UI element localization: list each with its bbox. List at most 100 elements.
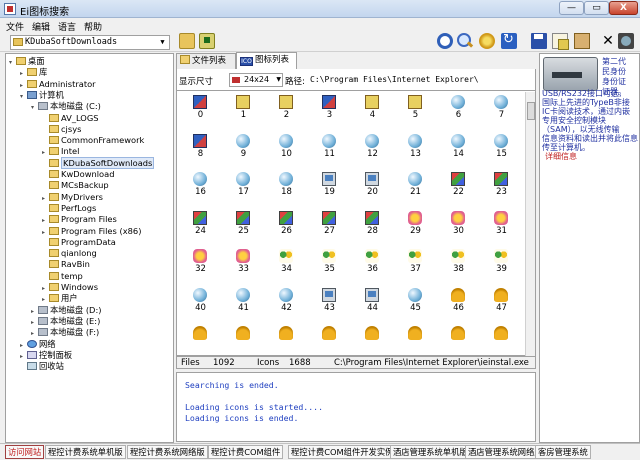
tree-item[interactable]: ▸ MyDrivers: [42, 192, 103, 203]
icon-cell[interactable]: 23: [480, 168, 523, 201]
icon-cell[interactable]: 33: [222, 245, 265, 278]
icon-cell[interactable]: 38: [437, 245, 480, 278]
tree-item[interactable]: 回收站: [20, 361, 64, 372]
icon-cell[interactable]: [437, 322, 480, 355]
tree-item[interactable]: ProgramData: [42, 237, 116, 248]
icon-grid-scrollbar[interactable]: [525, 92, 535, 356]
tree-item[interactable]: RavBin: [42, 259, 90, 270]
tree-item[interactable]: ▸ Administrator: [20, 79, 96, 90]
icon-cell[interactable]: 15: [480, 130, 523, 163]
icon-cell[interactable]: 32: [179, 245, 222, 278]
footer-link[interactable]: 程控计费系统网络版: [127, 445, 208, 459]
icon-cell[interactable]: 18: [265, 168, 308, 201]
tree-item[interactable]: ▸ 控制面板: [20, 350, 72, 361]
icon-cell[interactable]: 26: [265, 207, 308, 240]
icon-cell[interactable]: 19: [308, 168, 351, 201]
folder-tree[interactable]: ▾ 桌面 ▸ 库 ▸ Administrator ▾ 计算机 ▾ 本地磁盘 (C:) AV_LOGS…: [5, 53, 174, 443]
icon-cell[interactable]: 20: [351, 168, 394, 201]
folder-open-icon[interactable]: [179, 33, 195, 49]
paste-icon[interactable]: [574, 33, 590, 49]
icon-cell[interactable]: 5: [394, 91, 437, 124]
footer-link[interactable]: 程控计费COM组件: [208, 445, 284, 459]
footer-link[interactable]: 酒店管理系统单机版: [390, 445, 471, 459]
icon-cell[interactable]: 46: [437, 284, 480, 317]
tree-item[interactable]: ▸ Intel: [42, 146, 79, 157]
close-x-icon[interactable]: ✕: [600, 33, 616, 49]
tree-expander-icon[interactable]: ▾: [20, 91, 27, 102]
icon-cell[interactable]: 3: [308, 91, 351, 124]
icon-cell[interactable]: 4: [351, 91, 394, 124]
save-icon[interactable]: [531, 33, 547, 49]
chevron-down-icon[interactable]: ▼: [156, 36, 169, 49]
icon-cell[interactable]: 12: [351, 130, 394, 163]
icon-cell[interactable]: 22: [437, 168, 480, 201]
footer-link[interactable]: 程控计费COM组件开发实例: [288, 445, 397, 459]
tree-item[interactable]: cjsys: [42, 124, 81, 135]
icon-cell[interactable]: 7: [480, 91, 523, 124]
icon-cell[interactable]: 16: [179, 168, 222, 201]
minimize-button[interactable]: —: [559, 1, 584, 15]
footer-link[interactable]: 客房管理系统: [535, 445, 591, 459]
icon-cell[interactable]: 9: [222, 130, 265, 163]
tree-item[interactable]: ▸ 本地磁盘 (E:): [31, 316, 100, 327]
icon-cell[interactable]: 37: [394, 245, 437, 278]
footer-link[interactable]: 程控计费系统单机版: [45, 445, 126, 459]
tree-item[interactable]: temp: [42, 271, 83, 282]
tree-item[interactable]: ▸ 库: [20, 67, 47, 78]
icon-cell[interactable]: 1: [222, 91, 265, 124]
icon-cell[interactable]: [480, 322, 523, 355]
copy-icon[interactable]: [552, 33, 569, 50]
size-select[interactable]: 24x24 ▼: [229, 73, 283, 87]
icon-cell[interactable]: 31: [480, 207, 523, 240]
tree-expander-icon[interactable]: ▾: [9, 57, 16, 68]
icon-cell[interactable]: [351, 322, 394, 355]
tree-item[interactable]: ▸ 用户: [42, 293, 78, 304]
icon-cell[interactable]: 47: [480, 284, 523, 317]
icon-cell[interactable]: 44: [351, 284, 394, 317]
icon-cell[interactable]: 28: [351, 207, 394, 240]
icon-cell[interactable]: 29: [394, 207, 437, 240]
refresh-icon[interactable]: [501, 32, 517, 49]
close-button[interactable]: X: [609, 1, 638, 15]
icon-cell[interactable]: 2: [265, 91, 308, 124]
icon-cell[interactable]: 14: [437, 130, 480, 163]
tree-item[interactable]: ▸ 本地磁盘 (D:): [31, 305, 101, 316]
magnifier-icon[interactable]: [457, 33, 473, 49]
tree-item[interactable]: ▾ 本地磁盘 (C:): [31, 101, 101, 112]
footer-link[interactable]: 访问网站: [5, 445, 45, 459]
footer-link[interactable]: 酒店管理系统网络版: [465, 445, 546, 459]
icon-cell[interactable]: [394, 322, 437, 355]
tree-item[interactable]: ▸ 网络: [20, 339, 56, 350]
icon-cell[interactable]: 40: [179, 284, 222, 317]
tree-item[interactable]: ▸ Program Files (x86): [42, 226, 141, 237]
icon-cell[interactable]: 11: [308, 130, 351, 163]
maximize-button[interactable]: ▭: [584, 1, 609, 15]
tree-item[interactable]: KwDownload: [42, 169, 114, 180]
icon-cell[interactable]: 27: [308, 207, 351, 240]
details-link[interactable]: 详细信息: [545, 151, 577, 162]
chevron-down-icon[interactable]: ▼: [276, 74, 281, 86]
gear-icon[interactable]: [479, 33, 495, 49]
tree-item[interactable]: AV_LOGS: [42, 113, 99, 124]
icon-cell[interactable]: 8: [179, 130, 222, 163]
tab-icon-list[interactable]: ICO 图标列表: [236, 52, 297, 69]
icon-cell[interactable]: 39: [480, 245, 523, 278]
tree-item[interactable]: MCsBackup: [42, 180, 109, 191]
icon-cell[interactable]: 34: [265, 245, 308, 278]
tree-item[interactable]: ▾ 计算机: [20, 90, 64, 101]
icon-cell[interactable]: [222, 322, 265, 355]
icon-cell[interactable]: [308, 322, 351, 355]
scrollbar-thumb[interactable]: [527, 102, 535, 120]
tab-file-list[interactable]: 文件列表: [176, 53, 236, 69]
icon-cell[interactable]: 36: [351, 245, 394, 278]
icon-cell[interactable]: 45: [394, 284, 437, 317]
tree-item[interactable]: ▸ Windows: [42, 282, 98, 293]
tree-item[interactable]: PerfLogs: [42, 203, 96, 214]
icon-cell[interactable]: 17: [222, 168, 265, 201]
icon-cell[interactable]: 42: [265, 284, 308, 317]
icon-cell[interactable]: 25: [222, 207, 265, 240]
icon-cell[interactable]: 6: [437, 91, 480, 124]
icon-cell[interactable]: 41: [222, 284, 265, 317]
icon-cell[interactable]: 10: [265, 130, 308, 163]
icon-cell[interactable]: 21: [394, 168, 437, 201]
